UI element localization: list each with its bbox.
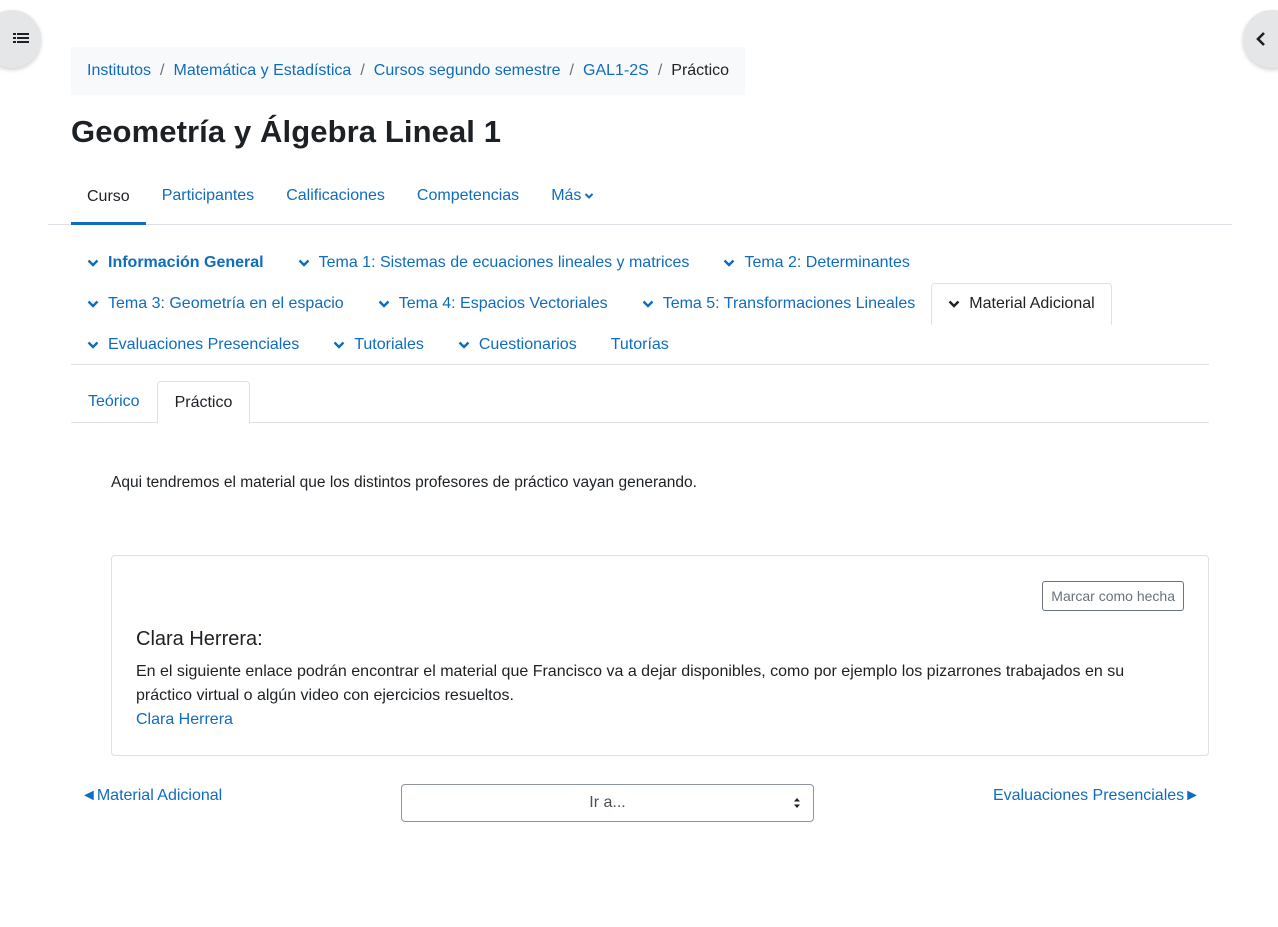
- section-tab-tema-2[interactable]: Tema 2: Determinantes: [707, 242, 925, 283]
- section-tab-evaluaciones-presenciales[interactable]: Evaluaciones Presenciales: [71, 324, 315, 365]
- nav-tab-label: Más: [551, 187, 582, 204]
- subsection-tab-label: Teórico: [88, 393, 140, 410]
- chevron-down-icon: [724, 259, 735, 267]
- section-tab-label: Tema 2: Determinantes: [744, 253, 910, 271]
- activity-title: Clara Herrera:: [136, 628, 263, 650]
- chevron-down-icon: [378, 300, 390, 308]
- section-tab-informacion-general[interactable]: Información General: [71, 242, 280, 283]
- section-tab-label: Tema 4: Espacios Vectoriales: [398, 294, 608, 312]
- section-tab-label: Tutoriales: [354, 335, 424, 353]
- chevron-down-icon: [585, 193, 594, 199]
- section-tab-label: Tutorías: [610, 335, 669, 353]
- next-section-link[interactable]: Evaluaciones Presenciales►: [993, 787, 1200, 805]
- chevron-left-icon: [1256, 32, 1265, 46]
- nav-tab-label: Participantes: [161, 187, 255, 204]
- breadcrumb-separator: /: [657, 62, 663, 79]
- chevron-down-icon: [87, 300, 99, 308]
- mark-as-done-button[interactable]: Marcar como hecha: [1042, 581, 1184, 611]
- section-tabs-row-3: Evaluaciones Presenciales Tutoriales Cue…: [71, 324, 685, 365]
- section-tab-tema-3[interactable]: Tema 3: Geometría en el espacio: [71, 283, 360, 324]
- chevron-down-icon: [87, 259, 99, 267]
- subsection-tab-teorico[interactable]: Teórico: [71, 381, 157, 423]
- activity-description-text: En el siguiente enlace podrán encontrar …: [136, 663, 1125, 704]
- previous-section-link[interactable]: ◄Material Adicional: [81, 787, 222, 805]
- section-tab-tema-1[interactable]: Tema 1: Sistemas de ecuaciones lineales …: [282, 242, 706, 283]
- jump-to-select-value: Ir a...: [589, 794, 626, 811]
- breadcrumb-separator: /: [160, 62, 165, 79]
- nav-tab-mas[interactable]: Más: [535, 168, 610, 224]
- activity-description: En el siguiente enlace podrán encontrar …: [136, 660, 1156, 732]
- section-tab-label: Evaluaciones Presenciales: [108, 335, 300, 353]
- breadcrumb: Institutos / Matemática y Estadística / …: [71, 47, 746, 95]
- section-tab-label: Información General: [108, 253, 264, 271]
- nav-tab-label: Calificaciones: [286, 187, 385, 204]
- section-tab-material-adicional[interactable]: Material Adicional: [931, 282, 1112, 325]
- block-drawer-toggle[interactable]: [1243, 10, 1278, 68]
- activity-link[interactable]: Clara Herrera: [136, 711, 233, 728]
- nav-tab-participantes[interactable]: Participantes: [146, 168, 271, 224]
- chevron-down-icon: [333, 341, 345, 349]
- chevron-down-icon: [458, 341, 470, 349]
- breadcrumb-item-gal1[interactable]: GAL1-2S: [583, 62, 649, 80]
- section-tab-label: Tema 1: Sistemas de ecuaciones lineales …: [318, 253, 690, 271]
- jump-to-select[interactable]: Ir a...: [401, 784, 814, 822]
- list-icon: [12, 33, 29, 43]
- section-tabs-divider: [71, 364, 1209, 365]
- breadcrumb-separator: /: [360, 62, 365, 79]
- nav-tab-label: Curso: [87, 187, 130, 205]
- section-tabs-row-1: Información General Tema 1: Sistemas de …: [71, 242, 926, 283]
- section-tab-label: Tema 3: Geometría en el espacio: [108, 294, 344, 312]
- chevron-down-icon: [87, 341, 99, 349]
- subsection-tab-label: Práctico: [174, 393, 233, 411]
- section-tab-tema-5[interactable]: Tema 5: Transformaciones Lineales: [626, 283, 932, 324]
- breadcrumb-current: Práctico: [671, 62, 730, 79]
- nav-tab-calificaciones[interactable]: Calificaciones: [270, 168, 401, 224]
- section-tab-label: Tema 5: Transformaciones Lineales: [662, 294, 916, 312]
- nav-tab-competencias[interactable]: Competencias: [401, 168, 535, 224]
- activity-card: Marcar como hecha Clara Herrera: En el s…: [111, 555, 1209, 756]
- chevron-down-icon: [948, 300, 960, 308]
- nav-tab-curso[interactable]: Curso: [71, 168, 146, 225]
- nav-tab-label: Competencias: [416, 187, 520, 204]
- subsection-tab-practico[interactable]: Práctico: [156, 381, 251, 424]
- course-index-toggle[interactable]: [0, 10, 41, 68]
- section-tab-label: Cuestionarios: [478, 335, 577, 353]
- select-arrows-icon: [794, 798, 800, 808]
- subsection-tabs: Teórico Práctico: [71, 381, 1209, 424]
- breadcrumb-separator: /: [569, 62, 574, 79]
- course-secondary-nav: Curso Participantes Calificaciones Compe…: [48, 168, 1232, 225]
- section-summary: Aqui tendremos el material que los disti…: [111, 474, 697, 491]
- section-tabs-row-2: Tema 3: Geometría en el espacio Tema 4: …: [71, 282, 1112, 325]
- section-tab-tutoriales[interactable]: Tutoriales: [317, 324, 440, 365]
- chevron-down-icon: [642, 300, 654, 308]
- section-tab-label: Material Adicional: [969, 294, 1095, 312]
- page-title: Geometría y Álgebra Lineal 1: [71, 114, 502, 149]
- breadcrumb-item-institutos[interactable]: Institutos: [87, 62, 151, 80]
- section-tab-tema-4[interactable]: Tema 4: Espacios Vectoriales: [362, 283, 624, 324]
- section-tab-tutorias[interactable]: Tutorías: [595, 324, 685, 365]
- section-tab-cuestionarios[interactable]: Cuestionarios: [442, 324, 593, 365]
- chevron-down-icon: [298, 259, 309, 267]
- breadcrumb-item-matematica[interactable]: Matemática y Estadística: [173, 62, 351, 80]
- breadcrumb-item-cursos[interactable]: Cursos segundo semestre: [374, 62, 561, 80]
